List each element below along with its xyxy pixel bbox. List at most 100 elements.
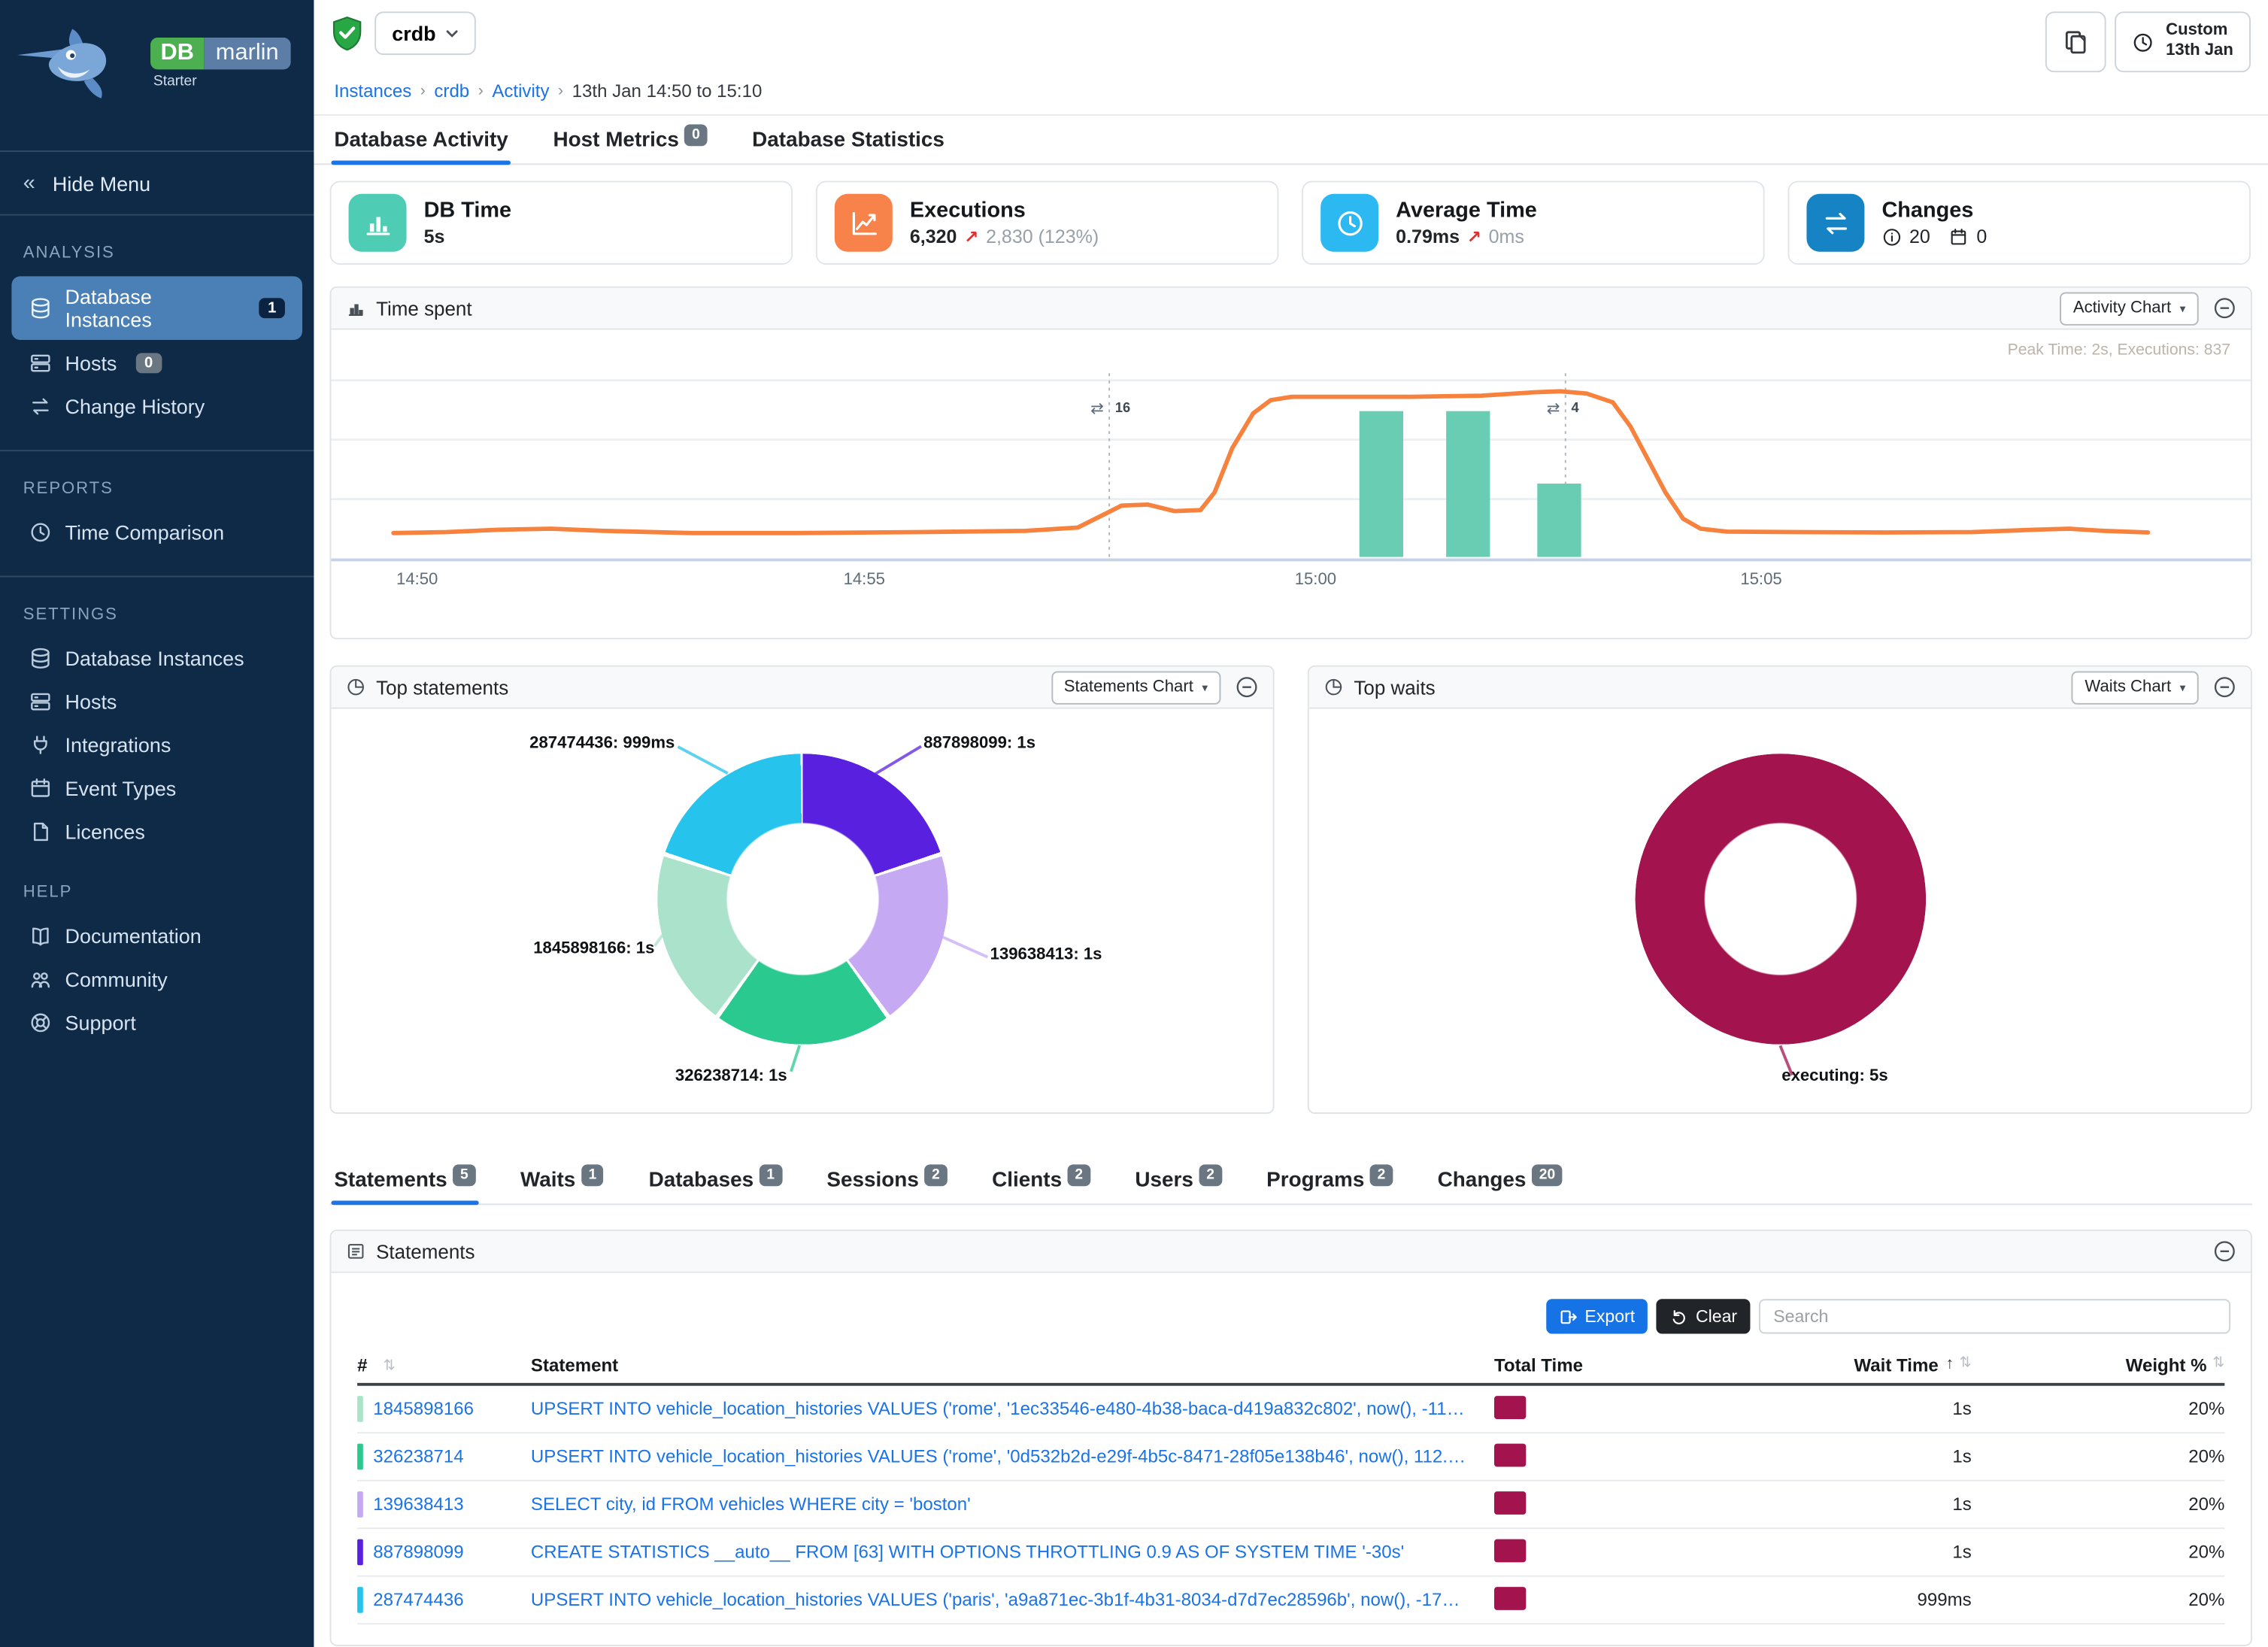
sidebar-item-community[interactable]: Community [11, 959, 302, 999]
statement-link[interactable]: CREATE STATISTICS __auto__ FROM [63] WIT… [531, 1542, 1494, 1562]
tab-label: Databases [649, 1169, 754, 1192]
statement-id-link[interactable]: 139638413 [373, 1494, 463, 1515]
statement-link[interactable]: UPSERT INTO vehicle_location_histories V… [531, 1399, 1494, 1419]
breadcrumb-separator: › [420, 83, 426, 100]
time-range-button[interactable]: Custom 13th Jan [2115, 11, 2251, 72]
metric-delta: 0ms [1489, 226, 1524, 247]
statement-id-cell: 287474436 [357, 1587, 531, 1613]
tab-users[interactable]: Users2 [1132, 1156, 1224, 1203]
people-icon [29, 968, 52, 991]
tab-clients[interactable]: Clients2 [989, 1156, 1093, 1203]
statements-chart-select[interactable]: Statements Chart▾ [1051, 671, 1220, 704]
tab-statements[interactable]: Statements5 [331, 1156, 478, 1203]
search-input[interactable] [1759, 1299, 2230, 1333]
statement-id-link[interactable]: 887898099 [373, 1542, 463, 1562]
caret-down-icon: ▾ [2180, 681, 2186, 693]
caret-down-icon: ▾ [2180, 302, 2186, 314]
plug-icon [29, 733, 52, 757]
tab-programs[interactable]: Programs2 [1263, 1156, 1396, 1203]
copy-button[interactable] [2045, 11, 2106, 72]
statements-donut[interactable] [656, 754, 948, 1045]
statement-color-bar [357, 1539, 363, 1566]
changes-info-count: 20 [1909, 226, 1930, 247]
total-time-cell [1494, 1586, 1784, 1614]
breadcrumb-instances[interactable]: Instances [334, 81, 411, 102]
sidebar-item-database-instances[interactable]: Database Instances [11, 638, 302, 678]
statement-link[interactable]: SELECT city, id FROM vehicles WHERE city… [531, 1494, 1494, 1515]
wait-time-cell: 999ms [1784, 1590, 1972, 1610]
tab-host-metrics[interactable]: Host Metrics0 [550, 116, 711, 163]
clock-icon [29, 520, 52, 544]
weight-cell: 20% [1972, 1399, 2225, 1419]
statement-id-link[interactable]: 326238714 [373, 1447, 463, 1467]
donut-label-connector [874, 745, 920, 775]
tab-waits[interactable]: Waits1 [517, 1156, 607, 1203]
sidebar-item-documentation[interactable]: Documentation [11, 916, 302, 957]
tab-database-statistics[interactable]: Database Statistics [749, 116, 947, 163]
tab-sessions[interactable]: Sessions2 [824, 1156, 951, 1203]
panel-title: Top statements [376, 676, 508, 698]
time-range-date: 13th Jan [2166, 42, 2233, 62]
sidebar-item-label: Event Types [65, 777, 177, 800]
sidebar-nav: ANALYSISDatabase Instances1Hosts0Change … [0, 216, 314, 1043]
column-header-statement: Statement [531, 1355, 1494, 1376]
collapse-panel-icon[interactable] [2213, 1239, 2236, 1263]
hide-menu-button[interactable]: « Hide Menu [0, 150, 314, 216]
change-annotation-count: 16 [1115, 399, 1130, 415]
waits-chart-select[interactable]: Waits Chart▾ [2072, 671, 2199, 704]
brand-logo[interactable]: DB marlin Starter [0, 0, 314, 116]
breadcrumb-crdb[interactable]: crdb [434, 81, 469, 102]
tab-database-activity[interactable]: Database Activity [331, 116, 511, 163]
waits-donut-chart[interactable]: executing: 5s [1309, 709, 2251, 1113]
collapse-panel-icon[interactable] [2213, 675, 2236, 699]
tab-changes[interactable]: Changes20 [1435, 1156, 1566, 1203]
sidebar-item-database-instances[interactable]: Database Instances1 [11, 276, 302, 340]
statement-link[interactable]: UPSERT INTO vehicle_location_histories V… [531, 1447, 1494, 1467]
metric-card-body: DB Time5s [424, 199, 512, 247]
waits-donut[interactable] [1635, 754, 1926, 1045]
licence-icon [29, 820, 52, 844]
statements-donut-chart[interactable]: 887898099: 1s139638413: 1s326238714: 1s1… [331, 709, 1272, 1113]
nav-section-analysis: ANALYSISDatabase Instances1Hosts0Change … [0, 216, 314, 452]
brand-marlin: marlin [204, 38, 290, 69]
metric-card-average-time[interactable]: Average Time0.79ms↗0ms [1302, 180, 1765, 265]
sidebar-item-label: Time Comparison [65, 520, 225, 544]
metric-card-body: Average Time0.79ms↗0ms [1396, 199, 1537, 247]
sidebar-item-label: Support [65, 1012, 136, 1035]
statement-id-cell: 139638413 [357, 1491, 531, 1518]
clear-button[interactable]: Clear [1657, 1299, 1750, 1333]
statement-cell: UPSERT INTO vehicle_location_histories V… [531, 1590, 1494, 1610]
sidebar-item-hosts[interactable]: Hosts0 [11, 343, 302, 384]
time-spent-chart[interactable]: Peak Time: 2s, Executions: 837 ⇄16⇄414:5… [331, 330, 2250, 638]
collapse-panel-icon[interactable] [2213, 296, 2236, 320]
sidebar-item-change-history[interactable]: Change History [11, 387, 302, 427]
panel-title: Statements [376, 1240, 475, 1262]
sidebar-item-event-types[interactable]: Event Types [11, 768, 302, 808]
metric-card-changes[interactable]: Changes200 [1787, 180, 2251, 265]
sidebar-item-support[interactable]: Support [11, 1002, 302, 1043]
metric-title: Average Time [1396, 199, 1537, 223]
activity-chart-select[interactable]: Activity Chart▾ [2060, 292, 2199, 325]
column-header-weight[interactable]: Weight %⇅ [1972, 1355, 2225, 1376]
breadcrumb-activity[interactable]: Activity [492, 81, 549, 102]
sidebar-item-hosts[interactable]: Hosts [11, 681, 302, 722]
sidebar-item-integrations[interactable]: Integrations [11, 725, 302, 766]
column-header-wait-time[interactable]: Wait Time↑⇅ [1784, 1355, 1972, 1376]
metric-value-row: 20 0 [1881, 226, 1987, 247]
tab-count-badge: 20 [1532, 1164, 1563, 1186]
sidebar-item-licences[interactable]: Licences [11, 811, 302, 852]
metric-card-executions[interactable]: Executions6,320↗2,830 (123%) [816, 180, 1279, 265]
statement-id-link[interactable]: 287474436 [373, 1590, 463, 1610]
statement-id-link[interactable]: 1845898166 [373, 1399, 474, 1419]
changes-calendar-count: 0 [1976, 226, 1987, 247]
tab-databases[interactable]: Databases1 [646, 1156, 785, 1203]
export-button[interactable]: Export [1546, 1299, 1648, 1333]
column-header-[interactable]: #⇅ [357, 1355, 531, 1376]
instance-dropdown[interactable]: crdb [374, 11, 476, 55]
sidebar-item-label: Documentation [65, 924, 202, 948]
collapse-panel-icon[interactable] [1236, 675, 1259, 699]
sidebar-item-time-comparison[interactable]: Time Comparison [11, 512, 302, 553]
bar-chart-icon [349, 194, 407, 252]
statement-link[interactable]: UPSERT INTO vehicle_location_histories V… [531, 1590, 1494, 1610]
metric-card-db-time[interactable]: DB Time5s [330, 180, 793, 265]
